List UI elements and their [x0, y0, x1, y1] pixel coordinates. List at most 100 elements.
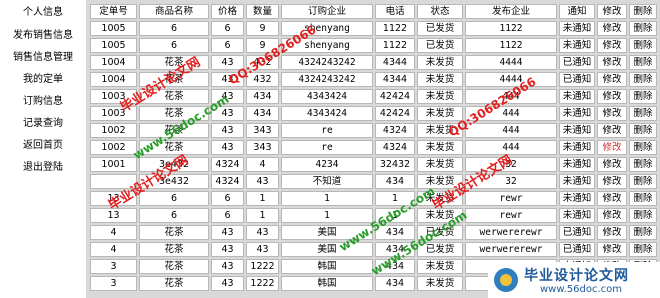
edit-link[interactable]: 修改 [597, 123, 627, 138]
sidebar-item-sales-manage[interactable]: 销售信息管理 [0, 47, 86, 69]
quantity-cell: 432 [246, 72, 279, 87]
delete-link[interactable]: 删除 [629, 55, 657, 70]
product-name-cell: 花茶 [139, 242, 209, 257]
delete-link[interactable]: 删除 [629, 38, 657, 53]
main-content: 定单号 商品名称 价格 数量 订购企业 电话 状态 发布企业 通知 修改 删除 … [86, 0, 660, 298]
product-name-cell: 花茶 [139, 55, 209, 70]
delete-link[interactable]: 删除 [629, 174, 657, 189]
delete-link[interactable]: 删除 [629, 157, 657, 172]
status-cell: 已发货 [417, 225, 463, 240]
phone-cell: 434 [375, 259, 415, 274]
product-name-cell: 6 [139, 21, 209, 36]
status-cell: 未发货 [417, 276, 463, 291]
edit-link[interactable]: 修改 [597, 21, 627, 36]
delete-link[interactable]: 删除 [629, 106, 657, 121]
status-cell: 未发货 [417, 259, 463, 274]
phone-cell: 4344 [375, 55, 415, 70]
delete-link[interactable]: 删除 [629, 225, 657, 240]
price-cell: 43 [211, 89, 244, 104]
delete-link[interactable]: 删除 [629, 21, 657, 36]
orders-table: 定单号 商品名称 价格 数量 订购企业 电话 状态 发布企业 通知 修改 删除 … [88, 2, 659, 293]
ordering-company-cell: 不知道 [281, 174, 373, 189]
table-row: 1004 花茶 43 432 4324243242 4344 未发货 4444 已通知 修改 删除 [90, 72, 657, 87]
status-cell: 未发货 [417, 157, 463, 172]
price-cell: 43 [211, 106, 244, 121]
brand-logo-icon [494, 268, 518, 292]
sidebar-item-profile[interactable]: 个人信息 [0, 2, 86, 24]
order-no-cell: 1002 [90, 140, 137, 155]
product-name-cell: 花茶 [139, 140, 209, 155]
product-name-cell: 花茶 [139, 276, 209, 291]
phone-cell: 434 [375, 242, 415, 257]
table-row: 13 6 6 1 1 1 未发货 rewr 未通知 修改 删除 [90, 208, 657, 223]
edit-link[interactable]: 修改 [597, 89, 627, 104]
ordering-company-cell: shenyang [281, 21, 373, 36]
table-header-row: 定单号 商品名称 价格 数量 订购企业 电话 状态 发布企业 通知 修改 删除 [90, 4, 657, 19]
edit-link[interactable]: 修改 [597, 174, 627, 189]
product-name-cell: 花茶 [139, 123, 209, 138]
sidebar-item-my-orders[interactable]: 我的定单 [0, 69, 86, 91]
quantity-cell: 434 [246, 106, 279, 121]
edit-link[interactable]: 修改 [597, 140, 627, 155]
table-row: 1003 花茶 43 434 4343424 42424 未发货 444 未通知 修改 删除 [90, 106, 657, 121]
order-no-cell: 1005 [90, 21, 137, 36]
quantity-cell: 343 [246, 140, 279, 155]
edit-link[interactable]: 修改 [597, 191, 627, 206]
brand-url: www.56doc.com [540, 284, 623, 295]
product-name-cell: 花茶 [139, 89, 209, 104]
delete-link[interactable]: 删除 [629, 140, 657, 155]
ordering-company-cell: 4324243242 [281, 55, 373, 70]
notify-cell: 未通知 [559, 106, 595, 121]
ordering-company-cell: 4343424 [281, 106, 373, 121]
sidebar-item-publish-sales[interactable]: 发布销售信息 [0, 25, 86, 47]
delete-link[interactable]: 删除 [629, 89, 657, 104]
delete-link[interactable]: 删除 [629, 208, 657, 223]
product-name-cell: 3e432 [139, 157, 209, 172]
status-cell: 已发货 [417, 38, 463, 53]
order-no-cell: 1003 [90, 106, 137, 121]
publishing-company-cell: 1122 [465, 21, 557, 36]
status-cell: 未发货 [417, 208, 463, 223]
delete-link[interactable]: 删除 [629, 123, 657, 138]
status-cell: 已发货 [417, 242, 463, 257]
edit-link[interactable]: 修改 [597, 106, 627, 121]
price-cell: 6 [211, 191, 244, 206]
column-header-publishing-company: 发布企业 [465, 4, 557, 19]
edit-link[interactable]: 修改 [597, 242, 627, 257]
column-header-ordering-company: 订购企业 [281, 4, 373, 19]
edit-link[interactable]: 修改 [597, 208, 627, 223]
edit-link[interactable]: 修改 [597, 55, 627, 70]
sidebar-item-home[interactable]: 返回首页 [0, 135, 86, 157]
sidebar-item-record-query[interactable]: 记录查询 [0, 113, 86, 135]
table-row: 1002 花茶 43 343 re 4324 未发货 444 未通知 修改 删除 [90, 123, 657, 138]
publishing-company-cell: 4444 [465, 72, 557, 87]
order-no-cell: 3 [90, 259, 137, 274]
notify-cell: 未通知 [559, 140, 595, 155]
delete-link[interactable]: 删除 [629, 242, 657, 257]
sidebar-item-logout[interactable]: 退出登陆 [0, 157, 86, 179]
ordering-company-cell: 美国 [281, 225, 373, 240]
price-cell: 6 [211, 208, 244, 223]
publishing-company-cell: 444 [465, 89, 557, 104]
edit-link[interactable]: 修改 [597, 225, 627, 240]
publishing-company-cell: 444 [465, 106, 557, 121]
quantity-cell: 9 [246, 21, 279, 36]
phone-cell: 42424 [375, 106, 415, 121]
edit-link[interactable]: 修改 [597, 157, 627, 172]
price-cell: 4324 [211, 157, 244, 172]
quantity-cell: 432 [246, 55, 279, 70]
column-header-order-no: 定单号 [90, 4, 137, 19]
notify-cell: 已通知 [559, 242, 595, 257]
notify-cell: 已通知 [559, 55, 595, 70]
edit-link[interactable]: 修改 [597, 72, 627, 87]
edit-link[interactable]: 修改 [597, 38, 627, 53]
delete-link[interactable]: 删除 [629, 191, 657, 206]
table-row: 1003 花茶 43 434 4343424 42424 未发货 444 未通知 修改 删除 [90, 89, 657, 104]
order-no-cell: 1005 [90, 38, 137, 53]
notify-cell: 未通知 [559, 191, 595, 206]
quantity-cell: 1 [246, 191, 279, 206]
sidebar-item-order-info[interactable]: 订购信息 [0, 91, 86, 113]
publishing-company-cell: 4444 [465, 55, 557, 70]
delete-link[interactable]: 删除 [629, 72, 657, 87]
product-name-cell: 花茶 [139, 106, 209, 121]
